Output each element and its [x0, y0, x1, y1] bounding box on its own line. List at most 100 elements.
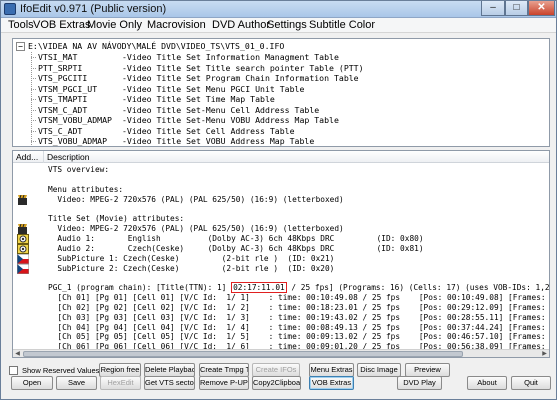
disc-image-button[interactable]: Disc Image — [357, 363, 401, 377]
list-item[interactable]: [Ch 03] [Pg 03] [Cell 03] [V/C Id: 1/ 3]… — [48, 312, 550, 323]
list-item[interactable]: Audio 1: English (Dolby AC-3) 6ch 48Kbps… — [48, 233, 424, 244]
menu-extras-button[interactable]: Menu Extras — [309, 363, 354, 377]
list-item[interactable]: PGC_1 (program chain): [Title(TTN): 1] 0… — [48, 282, 549, 294]
tree-item-description: -Video Title Set Menu PGCI Unit Table — [122, 83, 305, 94]
audio-speaker-icon — [17, 233, 29, 244]
column-add[interactable]: Add... — [13, 151, 44, 163]
list-item-text: [Ch 04] [Pg 04] [Cell 04] [V/C Id: 1/ 4]… — [48, 322, 550, 332]
tree-item-description: -Video Title Set Cell Address Table — [122, 125, 295, 136]
tree-item-description: -Video Title Set-Menu VOBU Address Map T… — [122, 115, 339, 125]
czech-flag-icon — [17, 253, 29, 264]
list-item[interactable]: Menu attributes: — [48, 185, 123, 195]
menu-dvd-author[interactable]: DVD Author — [212, 19, 270, 32]
list-item[interactable]: Audio 2: Czech(Ceske) (Dolby AC-3) 6ch 4… — [48, 243, 424, 254]
quit-button[interactable]: Quit — [511, 376, 551, 390]
tree-item-name: VTS_C_ADT — [38, 125, 83, 136]
tree-connector-stub — [31, 120, 37, 121]
delete-playback-button[interactable]: Delete Playback — [144, 363, 195, 377]
vob-extras-button[interactable]: VOB Extras — [309, 376, 354, 390]
list-item-text: [Ch 05] [Pg 05] [Cell 05] [V/C Id: 1/ 5]… — [48, 332, 550, 342]
tree-item-name: VTS_TMAPTI — [38, 94, 88, 104]
tree-item-name: VTS_VOBU_ADMAP — [38, 136, 108, 146]
list-item[interactable]: Title Set (Movie) attributes: — [48, 214, 184, 224]
tree-item-name: VTS_PGCITI — [38, 73, 88, 83]
video-clapper-icon — [17, 223, 29, 235]
list-item[interactable]: Video: MPEG-2 720x576 (PAL) (PAL 625/50)… — [48, 195, 343, 205]
list-item[interactable]: [Ch 04] [Pg 04] [Cell 04] [V/C Id: 1/ 4]… — [48, 322, 550, 333]
maximize-button[interactable]: □ — [505, 1, 528, 16]
list-item-text: PGC_1 (program chain): [Title(TTN): 1] — [48, 283, 232, 293]
list-item-text: Audio 1: English (Dolby AC-3) 6ch 48Kbps… — [48, 233, 424, 243]
create-ifos-button[interactable]: Create IFOs — [252, 363, 300, 377]
menu-macrovision[interactable]: Macrovision — [147, 19, 206, 32]
open-button[interactable]: Open — [11, 376, 53, 390]
list-item-text: Audio 2: Czech(Ceske) (Dolby AC-3) 6ch 4… — [48, 243, 424, 253]
dvd-play-button[interactable]: DVD Play — [397, 376, 442, 390]
show-reserved-label: Show Reserved Values — [22, 366, 100, 375]
tree-item-description: -Video Title Set Title search pointer Ta… — [122, 62, 364, 73]
about-button[interactable]: About — [467, 376, 507, 390]
minimize-button[interactable]: – — [481, 1, 505, 16]
menu-subtitle-color[interactable]: Subtitle Color — [309, 19, 375, 32]
horizontal-scrollbar[interactable]: ◀ ▶ — [13, 349, 549, 357]
tree-item[interactable]: VTSM_PGCI_UT -Video Title Set Menu PGCI U… — [38, 84, 304, 95]
copy-to-clipboard-button[interactable]: Copy2Clipboard — [252, 376, 301, 390]
tree-item-description: -Video Title Set Information Managment T… — [122, 52, 339, 62]
list-item[interactable]: [Ch 02] [Pg 02] [Cell 02] [V/C Id: 1/ 2]… — [48, 303, 549, 313]
list-item[interactable]: SubPicture 1: Czech(Ceske) (2-bit rle ) … — [48, 254, 334, 264]
list-item-text: VTS overview: — [48, 165, 110, 174]
pgc-total-time-highlight: 02:17:11.01 — [231, 282, 287, 294]
tree-item-name: VTSI_MAT — [38, 52, 78, 62]
save-button[interactable]: Save — [56, 376, 97, 390]
list-item-text: [Ch 03] [Pg 03] [Cell 03] [V/C Id: 1/ 3]… — [48, 312, 550, 322]
tree-item-name: VTSM_VOBU_ADMAP — [38, 115, 112, 125]
tree-item[interactable]: PTT_SRPTI -Video Title Set Title search p… — [38, 63, 364, 74]
checkbox-box[interactable] — [9, 366, 18, 375]
list-item-text: Video: MPEG-2 720x576 (PAL) (PAL 625/50)… — [48, 224, 344, 234]
close-button[interactable]: ✕ — [528, 1, 555, 16]
list-item[interactable]: VTS overview: — [48, 165, 109, 175]
title-bar[interactable]: IfoEdit v0.971 (Public version) – □ ✕ — [1, 1, 556, 18]
tree-item-name: VTSM_C_ADT — [38, 104, 88, 115]
tree-item[interactable]: VTSI_MAT -Video Title Set Information Man… — [38, 52, 339, 63]
menu-tools[interactable]: Tools — [8, 19, 34, 32]
list-header: Add... Description — [13, 151, 549, 163]
list-item-text: Menu attributes: — [48, 184, 124, 194]
get-vts-sectors-button[interactable]: Get VTS sectors — [144, 376, 195, 390]
list-item-text: [Ch 01] [Pg 01] [Cell 01] [V/C Id: 1/ 1]… — [48, 293, 550, 303]
description-list[interactable]: Add... Description VTS overview: Menu att… — [12, 150, 550, 358]
menu-vob-extras[interactable]: VOB Extras — [33, 19, 90, 32]
preview-button[interactable]: Preview — [405, 363, 450, 377]
window-title: IfoEdit v0.971 (Public version) — [20, 3, 167, 15]
tree-item-description: -Video Title Set VOBU Address Map Table — [122, 136, 315, 146]
tree-item[interactable]: VTSM_VOBU_ADMAP -Video Title Set-Menu VOB… — [38, 115, 339, 126]
list-item[interactable]: [Ch 01] [Pg 01] [Cell 01] [V/C Id: 1/ 1]… — [48, 293, 550, 303]
tree-item-name: PTT_SRPTI — [38, 62, 83, 73]
create-tmpg-button[interactable]: Create Tmpg T. — [199, 363, 249, 377]
scroll-thumb[interactable] — [23, 351, 463, 357]
tree-item[interactable]: VTSM_C_ADT -Video Title Set-Menu Cell Add… — [38, 105, 319, 116]
list-item[interactable]: Video: MPEG-2 720x576 (PAL) (PAL 625/50)… — [48, 224, 344, 234]
app-icon — [4, 3, 16, 15]
list-item[interactable]: SubPicture 2: Czech(Ceske) (2-bit rle ) … — [48, 264, 334, 274]
scroll-right-icon[interactable]: ▶ — [540, 350, 549, 357]
menu-settings[interactable]: Settings — [267, 19, 307, 32]
tree-item[interactable]: VTS_VOBU_ADMAP -Video Title Set VOBU Addr… — [38, 136, 315, 146]
menu-bar: Tools VOB Extras Movie Only Macrovision … — [1, 18, 556, 33]
tree-expander-icon[interactable]: − — [16, 42, 25, 51]
column-description[interactable]: Description — [44, 151, 549, 163]
tree-root-path[interactable]: E:\VIDEA NA AV NÁVODY\MALÉ DVD\VIDEO_TS\… — [28, 41, 284, 51]
tree-item-name: VTSM_PGCI_UT — [38, 83, 98, 94]
tree-item[interactable]: VTS_PGCITI -Video Title Set Program Chain… — [38, 73, 359, 84]
remove-pups-button[interactable]: Remove P-UPs — [199, 376, 249, 390]
tree-item[interactable]: VTS_C_ADT -Video Title Set Cell Address T… — [38, 126, 295, 137]
hexedit-button[interactable]: HexEdit — [100, 376, 141, 390]
tree-item[interactable]: VTS_TMAPTI -Video Title Set Time Map Tabl… — [38, 94, 275, 105]
scroll-left-icon[interactable]: ◀ — [13, 350, 22, 357]
region-free-button[interactable]: Region free — [99, 363, 141, 377]
audio-speaker-icon — [17, 243, 29, 254]
tree-connector-stub — [31, 130, 37, 132]
ifo-tree[interactable]: − E:\VIDEA NA AV NÁVODY\MALÉ DVD\VIDEO_T… — [12, 38, 550, 147]
menu-movie-only[interactable]: Movie Only — [87, 19, 142, 32]
list-item[interactable]: [Ch 05] [Pg 05] [Cell 05] [V/C Id: 1/ 5]… — [48, 332, 550, 342]
